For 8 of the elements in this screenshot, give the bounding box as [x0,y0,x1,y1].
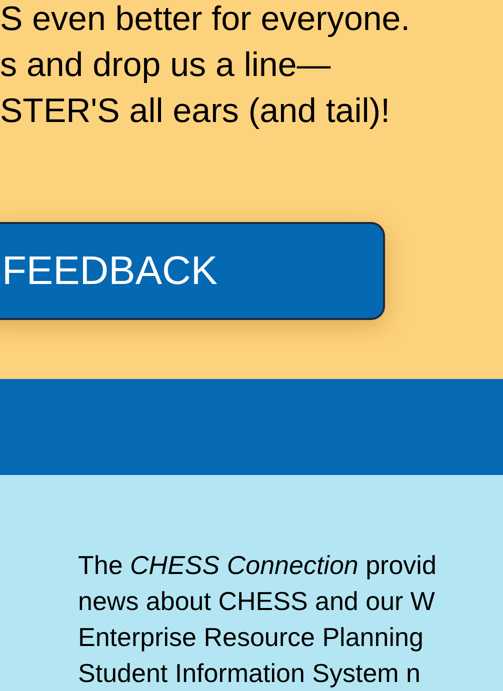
appeal-text: STER'S all ears (and tail)! [0,91,392,132]
about-text: news about CHESS and our W [78,585,436,618]
feedback-button[interactable]: FEEDBACK [0,222,385,320]
about-text: Enterprise Resource Planning [78,621,424,654]
appeal-text: s and drop us a line— [0,45,332,86]
about-text: Student Information System n [78,657,422,690]
about-text: The CHESS Connection provid [78,549,438,582]
appeal-text: S even better for everyone. [0,0,412,40]
